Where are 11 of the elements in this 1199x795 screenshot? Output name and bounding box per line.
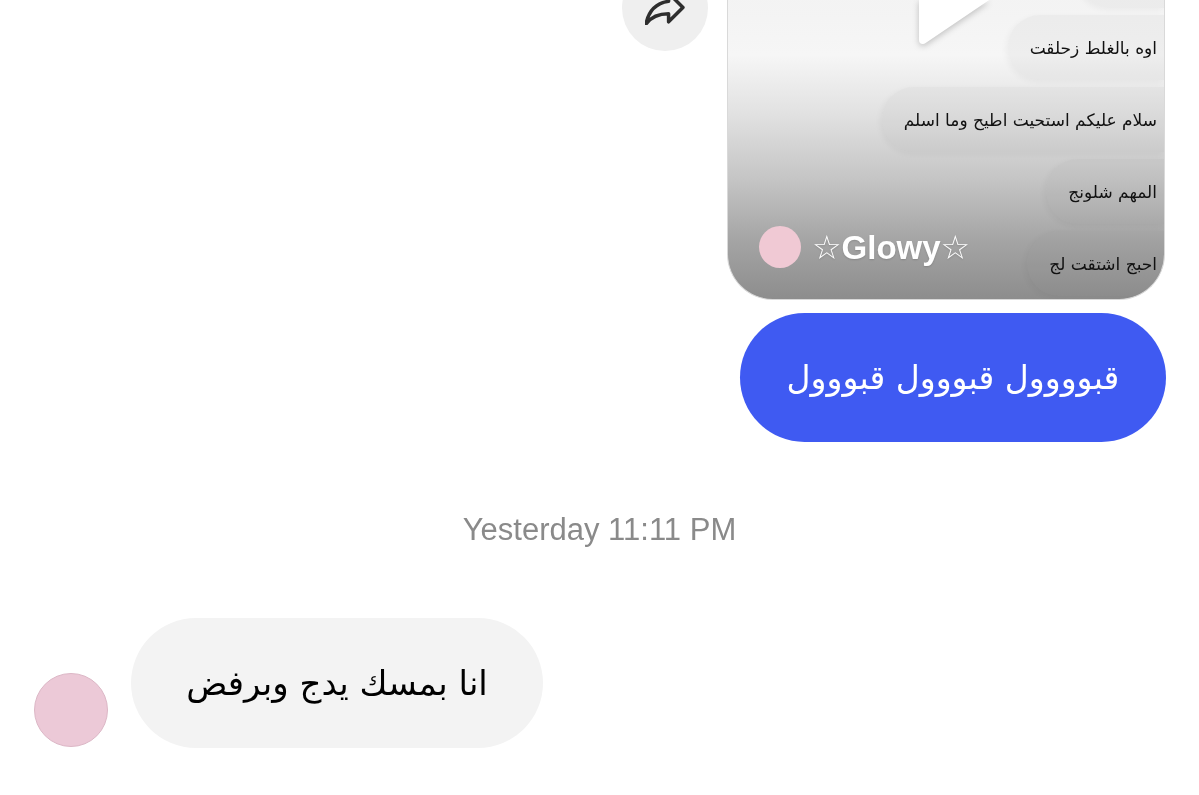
author-name: ☆Glowy☆ xyxy=(812,227,971,267)
timestamp: Yesterday 11:11 PM xyxy=(462,512,737,548)
message-bubble: انا بمسك يدج وبرفض xyxy=(131,618,543,748)
message-bubble: اوه بالغلط زحلقت xyxy=(1007,15,1164,80)
avatar-icon xyxy=(759,226,801,268)
message-bubble: احبج اشتقت لج xyxy=(1027,231,1164,296)
share-icon xyxy=(645,0,685,25)
message-bubble: قبوووول قبووول قبووول xyxy=(740,313,1166,442)
play-icon xyxy=(918,0,990,46)
message-bubble: سلام عليكم استحيت اطيح وما اسلم xyxy=(881,87,1164,152)
message-bubble: المهم شلونج xyxy=(1046,159,1164,224)
